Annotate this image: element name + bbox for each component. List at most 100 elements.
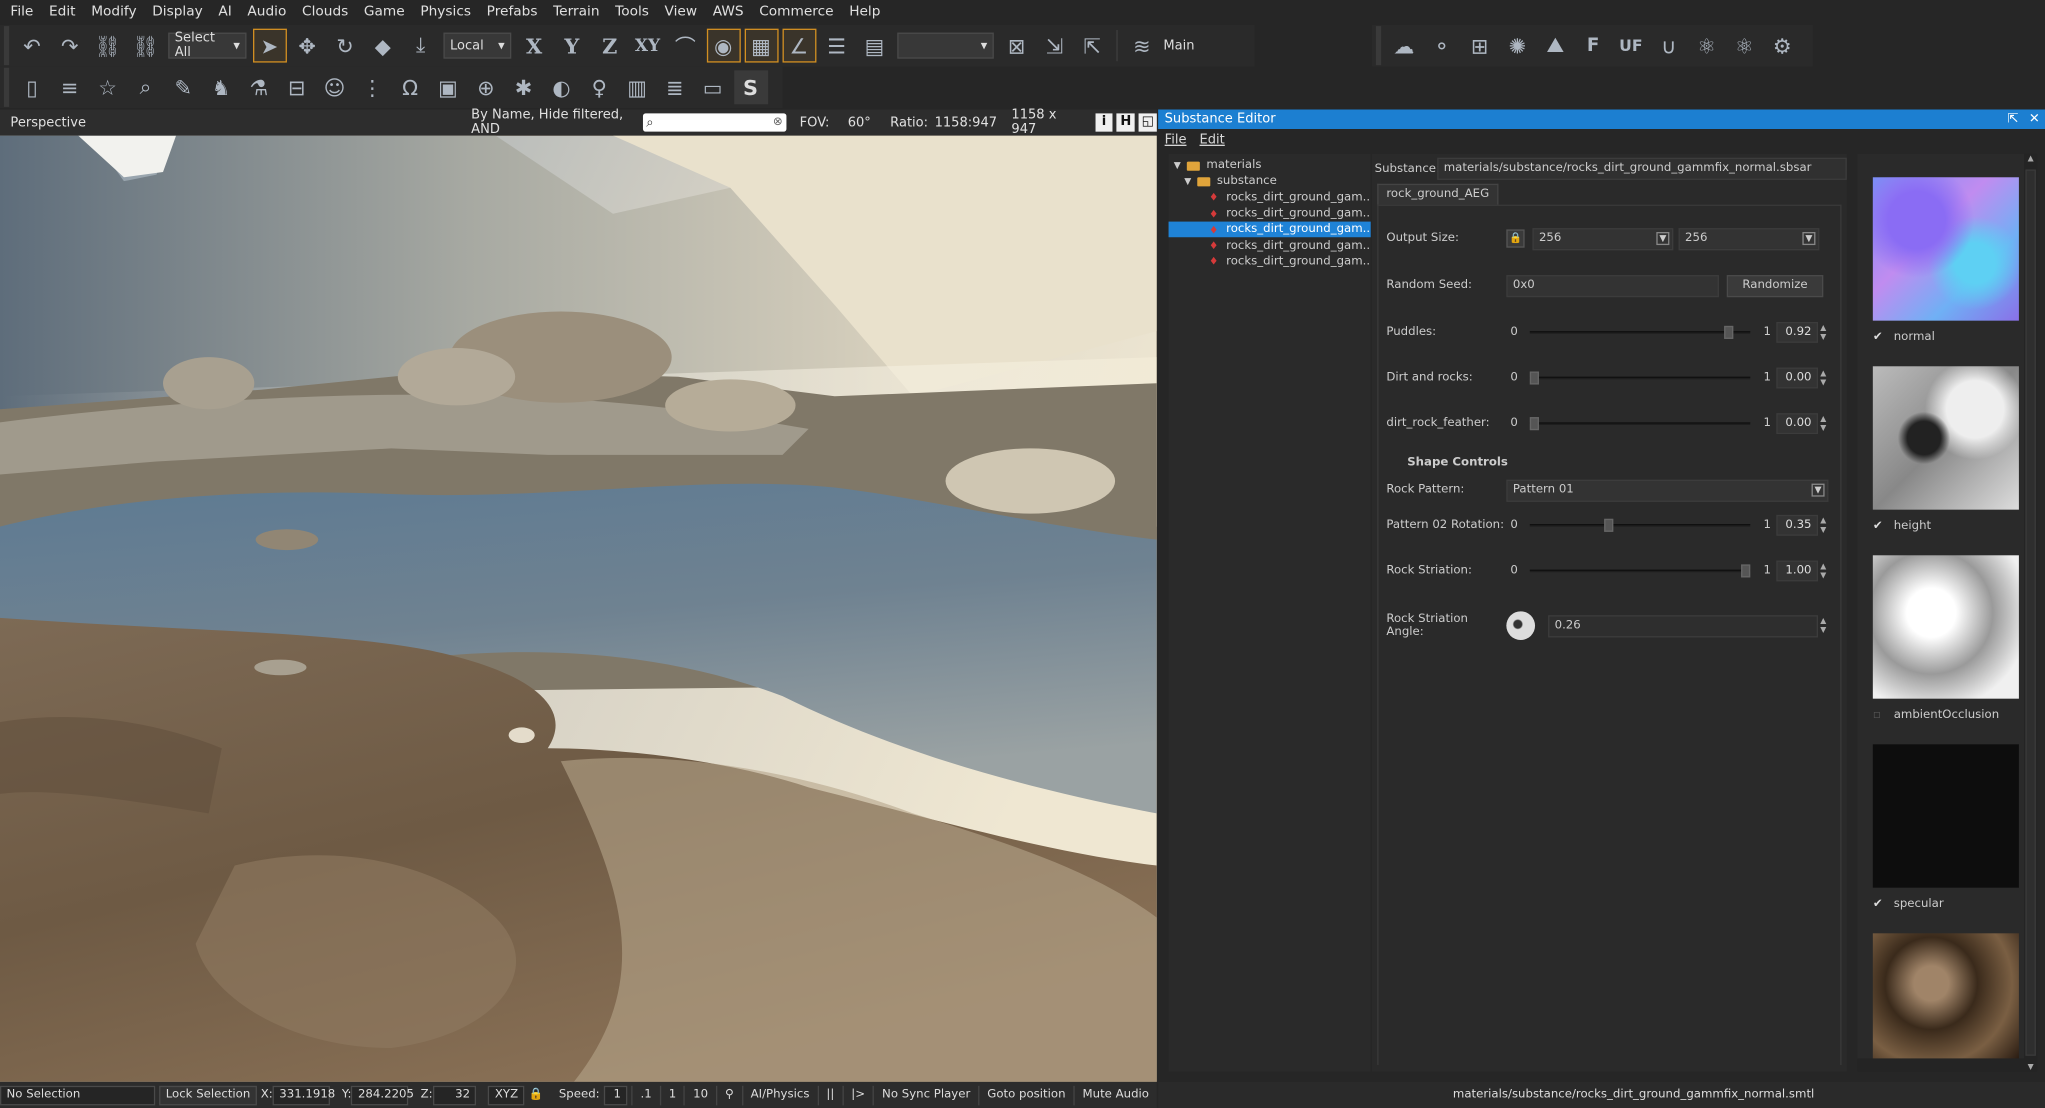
redo-icon[interactable]: ↷ [53, 29, 87, 63]
pattern-rotation-slider[interactable] [1529, 518, 1751, 532]
star-icon[interactable]: ☆ [91, 70, 125, 104]
layers-icon[interactable]: ≋ [1125, 29, 1159, 63]
pattern-rotation-value[interactable]: 0.35 [1776, 514, 1819, 536]
slider-handle[interactable] [1529, 417, 1539, 431]
ao-map-thumbnail[interactable] [1872, 555, 2019, 699]
dirt-rocks-slider[interactable] [1529, 371, 1751, 385]
angle-dial[interactable] [1506, 611, 1536, 641]
diffuse-map-thumbnail[interactable] [1872, 933, 2019, 1059]
menu-modify[interactable]: Modify [83, 0, 144, 25]
layer-select[interactable]: ▾ [897, 32, 994, 59]
speed-input[interactable]: 1 [603, 1085, 628, 1105]
settings-gear-icon[interactable]: ⚙ [1765, 29, 1799, 63]
spinner-icon[interactable]: ▲ ▼ [1818, 369, 1828, 387]
scroll-down-icon[interactable]: ▼ [2024, 1062, 2037, 1071]
z-coordinate-input[interactable]: 32 [432, 1085, 477, 1105]
select-tool-icon[interactable]: ➤ [252, 28, 287, 63]
unlink-icon[interactable]: ⛓ [128, 29, 162, 63]
no-sync-player-button[interactable]: No Sync Player [872, 1085, 978, 1105]
ratio-value[interactable]: 1158:947 [935, 115, 997, 129]
undo-icon[interactable]: ↶ [15, 29, 49, 63]
angle-snap-icon[interactable]: ∠ [781, 28, 816, 63]
console-icon[interactable]: ▭ [696, 70, 730, 104]
particles-icon[interactable]: ✱ [507, 70, 541, 104]
dirt-rock-feather-slider[interactable] [1529, 417, 1751, 431]
lighting-icon[interactable]: ✺ [1500, 29, 1534, 63]
striation-angle-input[interactable]: 0.26 [1548, 614, 1819, 637]
mute-audio-button[interactable]: Mute Audio [1073, 1085, 1156, 1105]
lightbulb-icon[interactable]: ♀ [582, 70, 616, 104]
maps-scrollbar[interactable]: ▲ ▼ [2024, 153, 2038, 1072]
delete-icon[interactable]: ⊠ [1000, 29, 1034, 63]
lock-icon[interactable]: 🔒 [1506, 229, 1525, 248]
align-icon[interactable]: ☰ [820, 29, 854, 63]
goto-position-button[interactable]: Goto position [978, 1085, 1073, 1105]
spinner-icon[interactable]: ▲ ▼ [1818, 516, 1828, 534]
rock-striation-slider[interactable] [1529, 564, 1751, 578]
info-button[interactable]: i [1094, 113, 1113, 132]
scrollbar-thumb[interactable] [2025, 169, 2036, 1056]
tree-item[interactable]: ♦ rocks_dirt_ground_gam... [1169, 206, 1371, 222]
check-icon[interactable]: ✔ [1873, 331, 1886, 344]
export-icon[interactable]: ⇱ [1075, 29, 1109, 63]
headphones-icon[interactable]: Ω [393, 70, 427, 104]
rotate-tool-icon[interactable]: ↻ [328, 29, 362, 63]
terrain-follow-icon[interactable]: ⌒ [668, 29, 702, 63]
toolbar-grip[interactable] [1375, 26, 1382, 66]
particle-icon[interactable]: ⚛ [1690, 29, 1724, 63]
output-height-select[interactable]: 256 ▼ [1678, 227, 1820, 250]
menu-ai[interactable]: AI [211, 0, 240, 25]
nodes-icon[interactable]: ⚬ [1425, 29, 1459, 63]
grid-icon[interactable]: ▦ [744, 28, 778, 63]
check-icon[interactable]: ✔ [1873, 520, 1886, 533]
se-menu-edit[interactable]: Edit [1193, 133, 1231, 147]
spinner-icon[interactable]: ▲ ▼ [1818, 562, 1828, 580]
object-list-icon[interactable]: ▤ [858, 29, 892, 63]
puddles-value[interactable]: 0.92 [1776, 321, 1819, 343]
pause-icon[interactable]: || [817, 1085, 842, 1105]
xyz-toggle[interactable]: XYZ [488, 1085, 525, 1105]
timeline-icon[interactable]: ⋮ [355, 70, 389, 104]
hierarchy-icon[interactable]: ⊟ [280, 70, 314, 104]
viewport-title[interactable]: Perspective [10, 115, 471, 129]
lock-icon[interactable]: 🔒 [529, 1088, 544, 1101]
move-tool-icon[interactable]: ✥ [290, 29, 324, 63]
sphere-icon[interactable]: ⊕ [469, 70, 503, 104]
zoom-icon[interactable]: ⌕ [128, 70, 162, 104]
fov-value[interactable]: 60° [848, 115, 890, 129]
material-icon[interactable]: ◐ [545, 70, 579, 104]
axis-y-button[interactable]: Y [555, 29, 589, 63]
speed-10-button[interactable]: 10 [684, 1085, 716, 1105]
menu-game[interactable]: Game [356, 0, 412, 25]
face-icon[interactable]: ☺ [318, 70, 352, 104]
flowgraph-button[interactable]: F [1576, 29, 1610, 63]
randomize-button[interactable]: Randomize [1726, 274, 1824, 297]
menu-display[interactable]: Display [144, 0, 210, 25]
output-width-select[interactable]: 256 ▼ [1532, 227, 1674, 250]
menu-file[interactable]: File [3, 0, 42, 25]
normal-map-thumbnail[interactable] [1872, 177, 2019, 321]
flask-icon[interactable]: ⚗ [242, 70, 276, 104]
se-menu-file[interactable]: File [1158, 133, 1193, 147]
paint-icon[interactable]: ✎ [166, 70, 200, 104]
terrain-collision-icon[interactable]: ⚲ [715, 1085, 742, 1105]
tree-item[interactable]: ♦ rocks_dirt_ground_gam... [1169, 254, 1371, 270]
tree-item-selected[interactable]: ♦ rocks_dirt_ground_gam... [1168, 221, 1371, 238]
database-icon[interactable]: ≣ [658, 70, 692, 104]
toolbar-grip[interactable] [3, 67, 10, 107]
puddles-slider[interactable] [1529, 325, 1751, 339]
place-tool-icon[interactable]: ⤓ [404, 29, 438, 63]
scale-tool-icon[interactable]: ◆ [366, 29, 400, 63]
specular-map-thumbnail[interactable] [1872, 744, 2019, 888]
menu-audio[interactable]: Audio [240, 0, 295, 25]
substance-path-field[interactable]: materials/substance/rocks_dirt_ground_ga… [1437, 157, 1847, 180]
menu-help[interactable]: Help [841, 0, 888, 25]
speed-0-1-button[interactable]: .1 [631, 1085, 659, 1105]
brain-icon[interactable]: ☁ [1387, 29, 1421, 63]
character-icon[interactable]: ♞ [204, 70, 238, 104]
rock-pattern-select[interactable]: Pattern 01 ▼ [1506, 479, 1829, 502]
magnet-icon[interactable]: ∪ [1652, 29, 1686, 63]
pin-icon[interactable]: ⇱ [2007, 112, 2018, 126]
columns-icon[interactable]: ▥ [620, 70, 654, 104]
slider-handle[interactable] [1741, 564, 1751, 578]
